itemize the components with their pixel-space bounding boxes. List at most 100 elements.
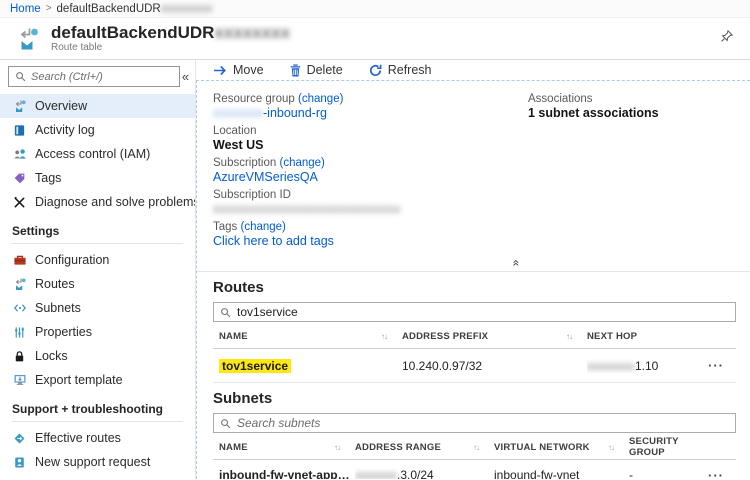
location-label: Location: [213, 124, 528, 138]
sidebar-item-label: Export template: [35, 373, 123, 387]
breadcrumb-home-link[interactable]: Home: [10, 3, 41, 15]
move-arrow-icon: [213, 65, 227, 76]
subnets-search-input[interactable]: [237, 416, 729, 430]
routes-title: Routes: [213, 279, 736, 296]
tags-change-link[interactable]: (change): [241, 221, 286, 233]
column-header-next-hop[interactable]: NEXT HOP: [587, 331, 696, 342]
breadcrumb-current: defaultBackendUDR: [57, 3, 161, 15]
sidebar-item-properties[interactable]: Properties: [0, 320, 195, 344]
effective-routes-icon: [12, 431, 27, 445]
sidebar-item-label: Configuration: [35, 253, 109, 267]
redacted-text: xxxxxxxx: [213, 106, 263, 120]
routes-search-input[interactable]: [237, 305, 729, 319]
trash-icon: [290, 64, 301, 77]
sidebar-item-label: Effective routes: [35, 431, 121, 445]
sidebar-item-locks[interactable]: Locks: [0, 344, 195, 368]
subnet-security-group-cell: -: [629, 468, 696, 479]
subscription-id-label: Subscription ID: [213, 188, 528, 202]
sidebar-item-effective-routes[interactable]: Effective routes: [0, 426, 195, 450]
subnets-table-header: NAME↑↓ ADDRESS RANGE↑↓ VIRTUAL NETWORK↑↓…: [213, 435, 736, 460]
column-header-address-prefix[interactable]: ADDRESS PREFIX↑↓: [402, 331, 587, 342]
subnet-row[interactable]: inbound-fw-vnet-appgw-sub... xxxxxxx.3.0…: [213, 460, 736, 479]
sort-icon: ↑↓: [381, 332, 387, 341]
breadcrumb-redacted-text: xxxxxxxxx: [161, 3, 213, 15]
search-icon: [220, 307, 231, 318]
sidebar: « Overview Activity log Access control (…: [0, 60, 196, 479]
column-header-name[interactable]: NAME↑↓: [213, 331, 402, 342]
route-table-icon: [15, 25, 42, 52]
sidebar-item-diagnose[interactable]: Diagnose and solve problems: [0, 190, 195, 214]
access-control-icon: [12, 147, 27, 161]
diagnose-icon: [12, 195, 27, 209]
resource-group-value[interactable]: xxxxxxxx-inbound-rg: [213, 106, 528, 121]
page-title: defaultBackendUDRxxxxxxxx: [51, 23, 290, 42]
delete-button[interactable]: Delete: [290, 63, 343, 77]
sidebar-item-export-template[interactable]: Export template: [0, 368, 195, 392]
refresh-button[interactable]: Refresh: [369, 63, 432, 77]
column-header-address-range[interactable]: ADDRESS RANGE↑↓: [355, 442, 494, 453]
properties-icon: [12, 325, 27, 339]
breadcrumb: Home > defaultBackendUDR xxxxxxxxx: [0, 0, 750, 18]
subscription-id-value: xxxxxxxxxxxxxxxxxxxxxxxxxxxxxx: [213, 202, 528, 217]
sidebar-item-access-control[interactable]: Access control (IAM): [0, 142, 195, 166]
routes-section: Routes NAME↑↓ ADDRESS PREFIX↑↓ NEXT HOP …: [197, 272, 750, 383]
route-name-cell: tov1service: [213, 359, 402, 373]
search-icon: [15, 71, 26, 82]
tags-value[interactable]: Click here to add tags: [213, 234, 528, 249]
sort-icon: ↑↓: [334, 443, 340, 452]
move-button[interactable]: Move: [213, 63, 264, 77]
subscription-change-link[interactable]: (change): [280, 157, 325, 169]
subscription-value[interactable]: AzureVMSeriesQA: [213, 170, 528, 185]
column-header-security-group[interactable]: SECURITY GROUP: [629, 436, 696, 458]
subnet-virtual-network-cell: inbound-fw-vnet: [494, 468, 629, 479]
subnets-search-box[interactable]: [213, 413, 736, 433]
sidebar-item-label: Diagnose and solve problems: [35, 195, 196, 209]
route-address-prefix-cell: 10.240.0.97/32: [402, 359, 587, 373]
page-subtitle: Route table: [51, 42, 290, 54]
sidebar-item-tags[interactable]: Tags: [0, 166, 195, 190]
sort-icon: ↑↓: [566, 332, 572, 341]
pin-button[interactable]: [718, 27, 736, 50]
activity-log-icon: [12, 123, 27, 137]
routes-search-box[interactable]: [213, 302, 736, 322]
sidebar-item-label: Access control (IAM): [35, 147, 150, 161]
route-row-menu-button[interactable]: ···: [696, 358, 736, 373]
sidebar-item-label: Overview: [35, 99, 87, 113]
sidebar-collapse-button[interactable]: «: [180, 69, 191, 84]
location-value: West US: [213, 138, 528, 153]
route-row[interactable]: tov1service 10.240.0.97/32 xxxxxxxx1.10 …: [213, 349, 736, 383]
subscription-label: Subscription (change): [213, 156, 528, 170]
refresh-icon: [369, 64, 382, 77]
resource-group-change-link[interactable]: (change): [298, 93, 343, 105]
subnets-section: Subnets NAME↑↓ ADDRESS RANGE↑↓ VIRTUAL N…: [197, 383, 750, 479]
export-template-icon: [12, 373, 27, 387]
sidebar-item-label: Subnets: [35, 301, 81, 315]
sidebar-item-overview[interactable]: Overview: [0, 94, 195, 118]
sidebar-item-routes[interactable]: Routes: [0, 272, 195, 296]
page-header: defaultBackendUDRxxxxxxxx Route table: [0, 18, 750, 60]
sidebar-item-activity-log[interactable]: Activity log: [0, 118, 195, 142]
collapse-essentials-button[interactable]: «: [511, 260, 523, 267]
subnets-title: Subnets: [213, 390, 736, 407]
subnet-row-menu-button[interactable]: ···: [696, 468, 736, 480]
tags-label: Tags (change): [213, 220, 528, 234]
sidebar-section-settings: Settings: [0, 214, 195, 241]
subnet-address-range-cell: xxxxxxx.3.0/24: [355, 468, 494, 479]
sidebar-search-box[interactable]: [8, 66, 180, 87]
sidebar-item-configuration[interactable]: Configuration: [0, 248, 195, 272]
essentials: Resource group (change) xxxxxxxx-inbound…: [197, 81, 750, 252]
sidebar-item-subnets[interactable]: Subnets: [0, 296, 195, 320]
sidebar-item-label: Routes: [35, 277, 75, 291]
column-header-name[interactable]: NAME↑↓: [213, 442, 355, 453]
divider: [12, 421, 183, 422]
column-header-virtual-network[interactable]: VIRTUAL NETWORK↑↓: [494, 442, 629, 453]
content-pane: Move Delete Refresh: [196, 60, 750, 479]
sidebar-item-new-support-request[interactable]: New support request: [0, 450, 195, 474]
sidebar-item-label: Properties: [35, 325, 92, 339]
sort-icon: ↑↓: [608, 443, 614, 452]
sidebar-search-input[interactable]: [31, 71, 173, 83]
configuration-icon: [12, 253, 27, 267]
breadcrumb-separator: >: [46, 3, 52, 14]
tags-icon: [12, 171, 27, 185]
sidebar-item-label: Locks: [35, 349, 68, 363]
